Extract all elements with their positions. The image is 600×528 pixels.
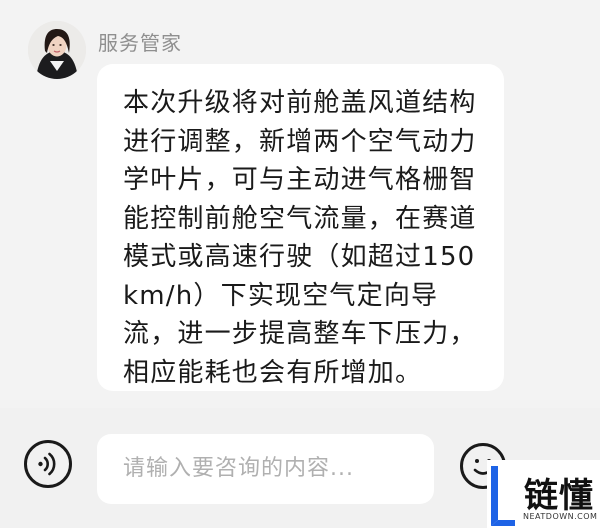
message-bubble: 本次升级将对前舱盖风道结构进行调整，新增两个空气动力学叶片，可与主动进气格栅智能… (97, 64, 504, 391)
voice-input-button[interactable] (24, 440, 72, 488)
assistant-avatar[interactable] (28, 21, 86, 79)
watermark-subtitle: NEATDOWN.COM (523, 512, 598, 521)
message-text: 本次升级将对前舱盖风道结构进行调整，新增两个空气动力学叶片，可与主动进气格栅智能… (123, 88, 477, 388)
watermark-title: 链懂 (524, 476, 594, 516)
watermark-logo-icon (491, 466, 515, 526)
message-input[interactable]: 请输入要咨询的内容... (97, 434, 434, 504)
avatar-portrait-icon (28, 21, 86, 79)
voice-input-icon (38, 452, 56, 476)
chat-area: 服务管家 本次升级将对前舱盖风道结构进行调整，新增两个空气动力学叶片，可与主动进… (0, 0, 600, 408)
sender-name: 服务管家 (98, 31, 182, 55)
watermark: 链懂 NEATDOWN.COM (487, 460, 600, 528)
